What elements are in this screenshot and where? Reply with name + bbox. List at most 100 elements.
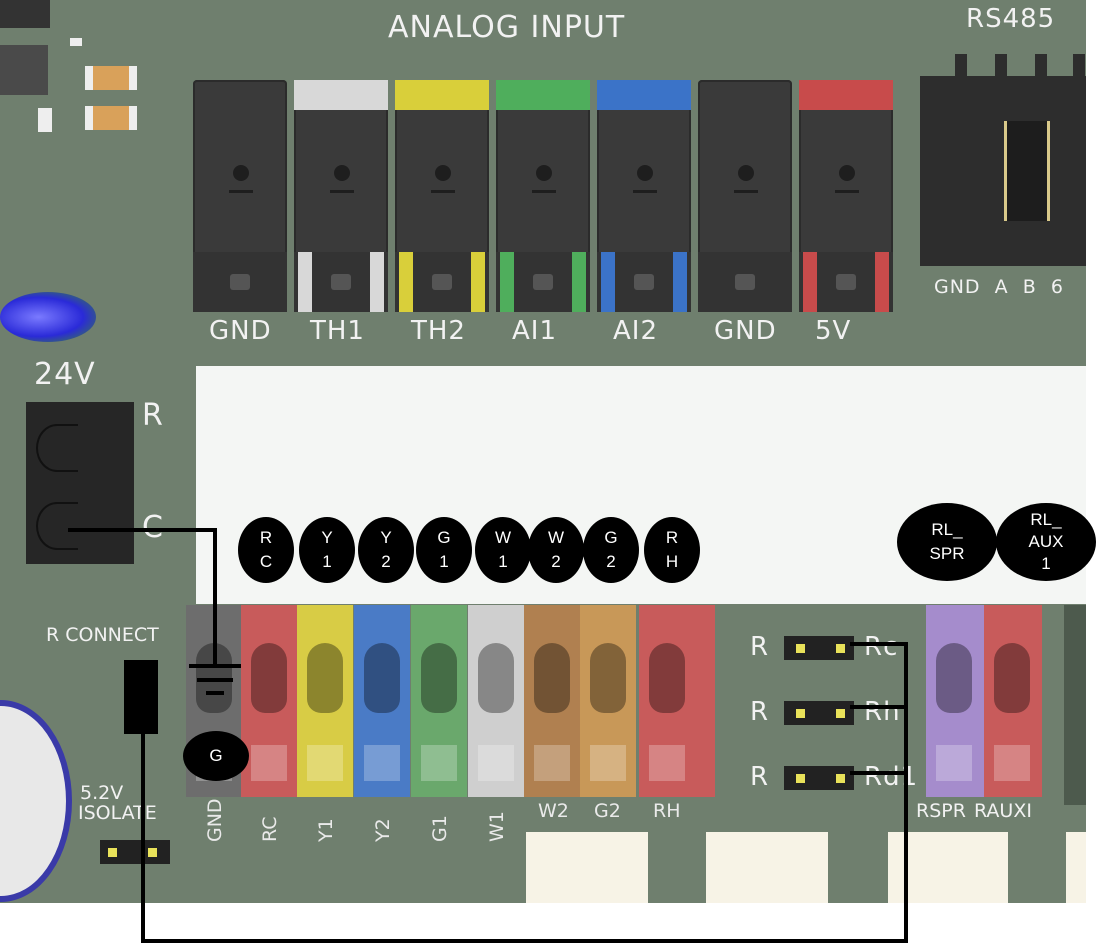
terminal-screw xyxy=(590,745,626,781)
analog-terminal-block xyxy=(698,80,792,312)
terminal-screw xyxy=(738,165,754,181)
resistor xyxy=(70,38,82,46)
analog-input-title: ANALOG INPUT xyxy=(388,10,626,45)
terminal-screw xyxy=(251,745,287,781)
terminal-color-stripe xyxy=(370,252,384,312)
y2-bubble: Y 2 xyxy=(358,517,414,583)
rl-spr-bubble: RL_ SPR xyxy=(897,503,997,581)
analog-terminal-block xyxy=(496,80,590,312)
terminal-marker xyxy=(532,190,556,193)
power-r-label: R xyxy=(142,398,164,433)
terminal-slot xyxy=(534,643,570,713)
thermostat-terminal xyxy=(580,605,636,797)
power-screw xyxy=(36,424,78,472)
blue-led xyxy=(0,292,96,342)
isolate-label-line1: 5.2V xyxy=(80,782,124,804)
analog-terminal-label: TH2 xyxy=(411,316,466,346)
isolate-jumper xyxy=(100,840,170,864)
thermostat-terminal xyxy=(297,605,353,797)
terminal-screw xyxy=(649,745,685,781)
terminal-hole xyxy=(836,274,856,290)
thermostat-terminal xyxy=(241,605,297,797)
analog-terminal-label: GND xyxy=(714,316,777,346)
rs485-pin xyxy=(1035,54,1047,76)
terminal-screw xyxy=(334,165,350,181)
terminal-color-stripe xyxy=(471,252,485,312)
wire-c-vertical xyxy=(213,528,217,666)
thermostat-terminal-label: G1 xyxy=(429,815,451,842)
jumper-right-label: Rd1 xyxy=(864,762,919,792)
wire-loop-bottom xyxy=(141,939,908,943)
terminal-slot xyxy=(364,643,400,713)
terminal-screw xyxy=(994,745,1030,781)
thermostat-terminal-label: Y2 xyxy=(372,818,394,842)
terminal-screw xyxy=(536,165,552,181)
jumper-left-label: R xyxy=(750,697,770,727)
terminal-screw xyxy=(435,165,451,181)
terminal-lower xyxy=(193,252,287,312)
power-terminal xyxy=(26,402,134,564)
capacitor xyxy=(85,106,137,130)
rh-bubble: R H xyxy=(644,517,700,583)
wire-loop-right xyxy=(904,642,908,943)
thermostat-terminal-label: G2 xyxy=(594,800,621,822)
terminal-slot xyxy=(251,643,287,713)
jumper-left-label: R xyxy=(750,632,770,662)
terminal-color-cap xyxy=(294,80,388,110)
terminal-hole xyxy=(735,274,755,290)
terminal-color-stripe xyxy=(572,252,586,312)
thermostat-terminal-label: W2 xyxy=(538,800,569,822)
thermostat-terminal xyxy=(639,605,715,797)
jumper-header xyxy=(784,766,854,790)
terminal-color-stripe xyxy=(803,252,817,312)
wire-jumper-rh xyxy=(850,705,908,709)
jumper-right-label: Rc xyxy=(864,632,899,662)
g2-bubble: G 2 xyxy=(583,517,639,583)
power-screw xyxy=(36,502,78,550)
terminal-marker xyxy=(835,190,859,193)
terminal-color-cap xyxy=(799,80,893,110)
rl-aux-bubble: RL_ AUX 1 xyxy=(996,503,1096,581)
jumper-header xyxy=(784,701,854,725)
thermostat-terminal-label: GND xyxy=(204,798,226,842)
terminal-slot xyxy=(590,643,626,713)
jumper-pin xyxy=(836,709,845,718)
analog-terminal-block xyxy=(799,80,893,312)
g1-bubble: G 1 xyxy=(416,517,472,583)
terminal-color-cap xyxy=(395,80,489,110)
rs485-pin xyxy=(995,54,1007,76)
jumper-right-label: Rh xyxy=(864,697,901,727)
wire-loop-left xyxy=(141,734,145,943)
thermostat-terminal xyxy=(411,605,467,797)
rs485-connector xyxy=(920,76,1086,266)
rs485-slot xyxy=(1004,121,1050,221)
terminal-hole xyxy=(432,274,452,290)
terminal-slot xyxy=(649,643,685,713)
thermostat-terminal-label: RH xyxy=(653,800,681,822)
analog-terminal-label: TH1 xyxy=(310,316,365,346)
w1-bubble: W 1 xyxy=(475,517,531,583)
thermostat-terminal-label: W1 xyxy=(486,811,508,842)
terminal-screw xyxy=(839,165,855,181)
jumper-header xyxy=(784,636,854,660)
terminal-screw xyxy=(364,745,400,781)
thermostat-terminal-label: Y1 xyxy=(315,818,337,842)
ic-chip xyxy=(0,0,50,28)
analog-terminal-block xyxy=(294,80,388,312)
fuse xyxy=(706,832,828,903)
terminal-color-stripe xyxy=(399,252,413,312)
terminal-slot xyxy=(994,643,1030,713)
analog-terminal-block xyxy=(193,80,287,312)
ground-symbol-bar2 xyxy=(197,678,233,682)
terminal-screw xyxy=(233,165,249,181)
wire-jumper-rc xyxy=(850,642,908,646)
board-edge xyxy=(1064,605,1086,805)
analog-terminal-block xyxy=(597,80,691,312)
thermostat-terminal-label: RC xyxy=(259,816,281,842)
terminal-color-cap xyxy=(496,80,590,110)
terminal-screw xyxy=(307,745,343,781)
analog-terminal-label: AI1 xyxy=(512,316,557,346)
circuit-board: ANALOG INPUT RS485 GND TH1 TH2 AI1 AI2 GND 5V … xyxy=(0,0,1086,903)
analog-terminal-label: AI2 xyxy=(613,316,658,346)
terminal-screw xyxy=(936,745,972,781)
